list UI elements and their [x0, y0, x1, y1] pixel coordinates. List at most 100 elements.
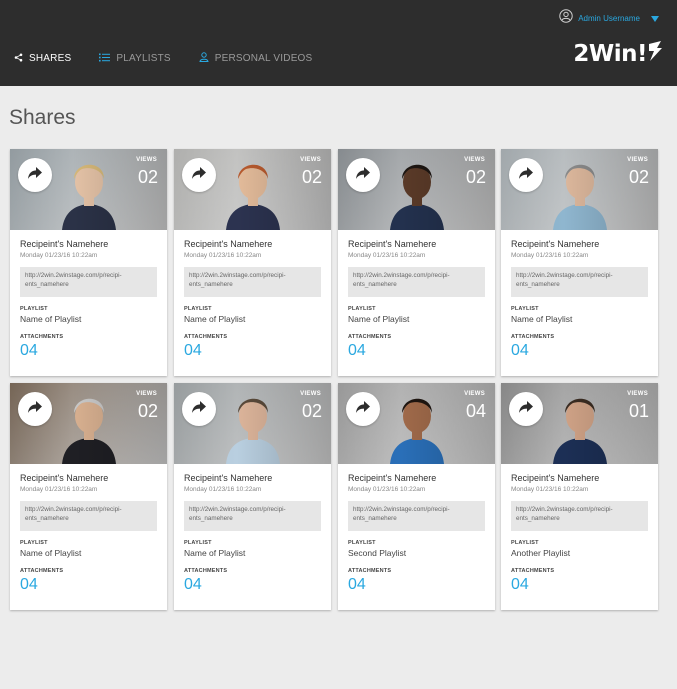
video-thumbnail[interactable]: VIEWS 01 [501, 383, 658, 464]
views-label: VIEWS [136, 157, 157, 163]
tab-label: PLAYLISTS [116, 53, 171, 64]
recipient-name: Recipeint's Namehere [184, 239, 273, 249]
attachments-count: 04 [184, 576, 202, 593]
attachments-count: 04 [348, 576, 366, 593]
recipient-name: Recipeint's Namehere [348, 473, 437, 483]
video-thumbnail[interactable]: VIEWS 02 [501, 149, 658, 230]
attachments-count: 04 [20, 342, 38, 359]
share-card[interactable]: VIEWS 02 Recipeint's Namehere Monday 01/… [174, 149, 331, 376]
recipient-name: Recipeint's Namehere [511, 239, 600, 249]
share-arrow-icon [355, 166, 371, 185]
share-button[interactable] [182, 392, 216, 426]
views-count: 02 [465, 167, 486, 187]
attachments-label: ATTACHMENTS [511, 568, 555, 574]
views-count: 01 [628, 401, 649, 421]
share-card[interactable]: VIEWS 02 Recipeint's Namehere Monday 01/… [174, 383, 331, 610]
views-count: 02 [628, 167, 649, 187]
share-link[interactable]: http://2win.2winstage.com/p/recipi-ents_… [348, 267, 485, 297]
share-arrow-icon [27, 400, 43, 419]
playlist-name: Name of Playlist [184, 548, 246, 558]
logo-flag-icon [647, 40, 663, 67]
list-icon [99, 53, 111, 65]
tab-playlists[interactable]: PLAYLISTS [99, 52, 171, 65]
views-label: VIEWS [464, 391, 485, 397]
recipient-name: Recipeint's Namehere [348, 239, 437, 249]
share-button[interactable] [346, 392, 380, 426]
playlist-label: PLAYLIST [511, 540, 539, 546]
share-card[interactable]: VIEWS 02 Recipeint's Namehere Monday 01/… [338, 149, 495, 376]
attachments-label: ATTACHMENTS [184, 334, 228, 340]
tab-label: PERSONAL VIDEOS [214, 53, 313, 64]
attachments-count: 04 [511, 576, 529, 593]
share-date: Monday 01/23/16 10:22am [348, 486, 426, 493]
attachments-count: 04 [348, 342, 366, 359]
top-bar: Admin Username SHARES PLAYLISTS PERSONAL… [0, 0, 677, 86]
attachments-label: ATTACHMENTS [511, 334, 555, 340]
share-date: Monday 01/23/16 10:22am [348, 252, 426, 259]
share-button[interactable] [18, 392, 52, 426]
share-button[interactable] [509, 158, 543, 192]
brand-logo: 2Win! [573, 40, 663, 67]
views-count: 02 [137, 167, 158, 187]
attachments-label: ATTACHMENTS [20, 334, 64, 340]
share-card[interactable]: VIEWS 02 Recipeint's Namehere Monday 01/… [10, 383, 167, 610]
playlist-label: PLAYLIST [348, 306, 376, 312]
playlist-name: Name of Playlist [184, 314, 246, 324]
page-title: Shares [9, 106, 76, 129]
attachments-label: ATTACHMENTS [348, 334, 392, 340]
main-nav: SHARES PLAYLISTS PERSONAL VIDEOS [14, 52, 340, 65]
views-label: VIEWS [627, 157, 648, 163]
playlist-label: PLAYLIST [20, 540, 48, 546]
logo-text: 2Win! [573, 40, 647, 67]
share-link[interactable]: http://2win.2winstage.com/p/recipi-ents_… [348, 501, 485, 531]
share-arrow-icon [191, 400, 207, 419]
recipient-name: Recipeint's Namehere [20, 239, 109, 249]
tab-label: SHARES [29, 53, 72, 64]
playlist-name: Name of Playlist [20, 548, 82, 558]
share-link[interactable]: http://2win.2winstage.com/p/recipi-ents_… [184, 267, 321, 297]
share-button[interactable] [509, 392, 543, 426]
attachments-label: ATTACHMENTS [348, 568, 392, 574]
attachments-count: 04 [184, 342, 202, 359]
user-name: Admin Username [578, 14, 640, 23]
share-button[interactable] [346, 158, 380, 192]
share-button[interactable] [18, 158, 52, 192]
chevron-down-icon [651, 15, 659, 22]
share-link[interactable]: http://2win.2winstage.com/p/recipi-ents_… [20, 501, 157, 531]
share-arrow-icon [518, 166, 534, 185]
share-card[interactable]: VIEWS 01 Recipeint's Namehere Monday 01/… [501, 383, 658, 610]
video-thumbnail[interactable]: VIEWS 02 [174, 149, 331, 230]
share-card[interactable]: VIEWS 04 Recipeint's Namehere Monday 01/… [338, 383, 495, 610]
share-date: Monday 01/23/16 10:22am [20, 486, 98, 493]
user-menu[interactable]: Admin Username [559, 9, 659, 28]
share-icon [14, 53, 23, 65]
recipient-name: Recipeint's Namehere [511, 473, 600, 483]
share-link[interactable]: http://2win.2winstage.com/p/recipi-ents_… [511, 267, 648, 297]
recipient-name: Recipeint's Namehere [184, 473, 273, 483]
tab-shares[interactable]: SHARES [14, 52, 71, 65]
views-count: 02 [301, 401, 322, 421]
share-link[interactable]: http://2win.2winstage.com/p/recipi-ents_… [184, 501, 321, 531]
video-thumbnail[interactable]: VIEWS 02 [174, 383, 331, 464]
share-card[interactable]: VIEWS 02 Recipeint's Namehere Monday 01/… [501, 149, 658, 376]
user-icon [559, 9, 573, 28]
share-arrow-icon [191, 166, 207, 185]
share-button[interactable] [182, 158, 216, 192]
share-card[interactable]: VIEWS 02 Recipeint's Namehere Monday 01/… [10, 149, 167, 376]
share-date: Monday 01/23/16 10:22am [184, 252, 262, 259]
playlist-label: PLAYLIST [348, 540, 376, 546]
share-arrow-icon [355, 400, 371, 419]
video-thumbnail[interactable]: VIEWS 02 [338, 149, 495, 230]
video-thumbnail[interactable]: VIEWS 02 [10, 149, 167, 230]
share-arrow-icon [518, 400, 534, 419]
video-thumbnail[interactable]: VIEWS 04 [338, 383, 495, 464]
share-date: Monday 01/23/16 10:22am [184, 486, 262, 493]
video-thumbnail[interactable]: VIEWS 02 [10, 383, 167, 464]
share-link[interactable]: http://2win.2winstage.com/p/recipi-ents_… [511, 501, 648, 531]
playlist-name: Name of Playlist [511, 314, 573, 324]
playlist-name: Another Playlist [511, 548, 571, 558]
views-count: 02 [137, 401, 158, 421]
attachments-count: 04 [20, 576, 38, 593]
share-link[interactable]: http://2win.2winstage.com/p/recipi-ents_… [20, 267, 157, 297]
tab-personal-videos[interactable]: PERSONAL VIDEOS [199, 52, 313, 65]
